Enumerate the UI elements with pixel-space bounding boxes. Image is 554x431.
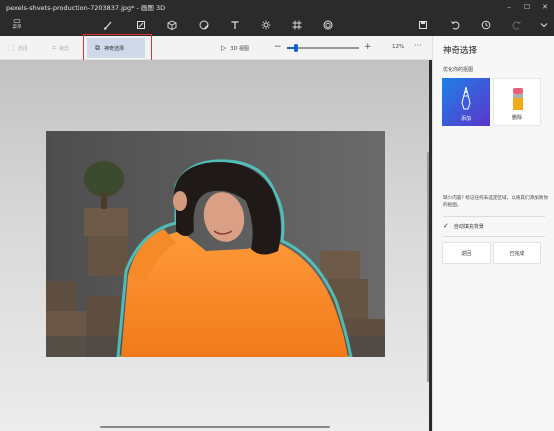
brushes-icon[interactable] xyxy=(101,19,115,31)
menu-label: 菜单 xyxy=(12,25,22,30)
magic-select-icon: ⧉ xyxy=(95,43,100,52)
pen-add-icon xyxy=(461,86,471,110)
text-icon[interactable] xyxy=(228,19,242,31)
play-icon: ▷ xyxy=(221,44,227,52)
effects-icon[interactable] xyxy=(259,19,273,31)
photo-illustration xyxy=(46,131,385,357)
magic-select-label: 神奇选择 xyxy=(104,45,125,52)
check-icon: ✓ xyxy=(443,222,449,230)
view-3d-button[interactable]: ▷ 3D 视图 xyxy=(221,42,249,54)
divider xyxy=(443,216,545,217)
title-bar: pexels-shvets-production-7203837.jpg* - … xyxy=(0,0,554,14)
autofill-checkbox[interactable]: ✓ 自动填充背景 xyxy=(443,222,484,230)
redo-icon[interactable] xyxy=(510,19,524,31)
crop-icon: ⌗ xyxy=(52,43,56,52)
2d-shapes-icon[interactable] xyxy=(134,19,148,31)
select-label: 选择 xyxy=(17,45,28,52)
add-button[interactable]: 添加 xyxy=(442,78,490,126)
chevron-down-icon[interactable] xyxy=(537,19,551,31)
window-controls: – ☐ ✕ xyxy=(500,0,554,14)
vertical-scrollbar[interactable] xyxy=(427,152,429,382)
crop-button[interactable]: ⌗ 裁剪 xyxy=(52,42,69,54)
minimize-button[interactable]: – xyxy=(500,0,518,14)
done-button[interactable]: 已完成 xyxy=(492,242,541,264)
window-title: pexels-shvets-production-7203837.jpg* - … xyxy=(6,4,166,12)
canvas-workspace[interactable] xyxy=(0,60,429,431)
history-icon[interactable] xyxy=(479,19,493,31)
menu-button[interactable]: ▭ 菜单 xyxy=(6,16,28,34)
close-button[interactable]: ✕ xyxy=(536,0,554,14)
divider xyxy=(443,236,545,237)
select-icon: ⬚ xyxy=(8,44,15,52)
zoom-out-button[interactable]: − xyxy=(274,42,282,52)
magic-select-panel: 神奇选择 优化你的抠图 添加 删除 缺少内容? 标记任何未选定区域，以将其们添加… xyxy=(432,36,554,431)
stickers-icon[interactable] xyxy=(197,19,211,31)
folder-icon: ▭ xyxy=(13,16,21,25)
zoom-value: 12% xyxy=(392,44,405,50)
panel-subtitle: 优化你的抠图 xyxy=(443,67,474,73)
zoom-slider-thumb[interactable] xyxy=(294,44,299,52)
3d-library-icon[interactable] xyxy=(321,19,335,31)
paste-icon[interactable] xyxy=(416,19,430,31)
eraser-icon xyxy=(513,88,523,110)
maximize-button[interactable]: ☐ xyxy=(518,0,536,14)
panel-title: 神奇选择 xyxy=(443,46,478,56)
zoom-slider[interactable] xyxy=(287,44,359,52)
crop-label: 裁剪 xyxy=(58,45,69,52)
view-3d-label: 3D 视图 xyxy=(230,45,250,52)
panel-actions: 返回 已完成 xyxy=(442,242,541,264)
ribbon-toolbar: ▭ 菜单 xyxy=(0,14,554,36)
magic-select-button[interactable]: ⧉ 神奇选择 xyxy=(87,38,145,58)
zoom-in-button[interactable]: + xyxy=(364,42,372,52)
remove-button[interactable]: 删除 xyxy=(493,78,541,126)
hint-text: 缺少内容? 标记任何未选定区域，以将其们添加到你的抠图。 xyxy=(443,196,548,208)
canvas-icon[interactable] xyxy=(290,19,304,31)
back-button[interactable]: 返回 xyxy=(442,242,491,264)
3d-shapes-icon[interactable] xyxy=(165,19,179,31)
autofill-label: 自动填充背景 xyxy=(453,223,484,230)
horizontal-scrollbar[interactable] xyxy=(100,426,330,428)
add-label: 添加 xyxy=(460,116,471,122)
undo-icon[interactable] xyxy=(448,19,462,31)
remove-label: 删除 xyxy=(511,115,522,121)
select-button[interactable]: ⬚ 选择 xyxy=(8,42,28,54)
more-options-button[interactable]: ··· xyxy=(414,41,422,50)
canvas-image[interactable] xyxy=(46,131,385,357)
